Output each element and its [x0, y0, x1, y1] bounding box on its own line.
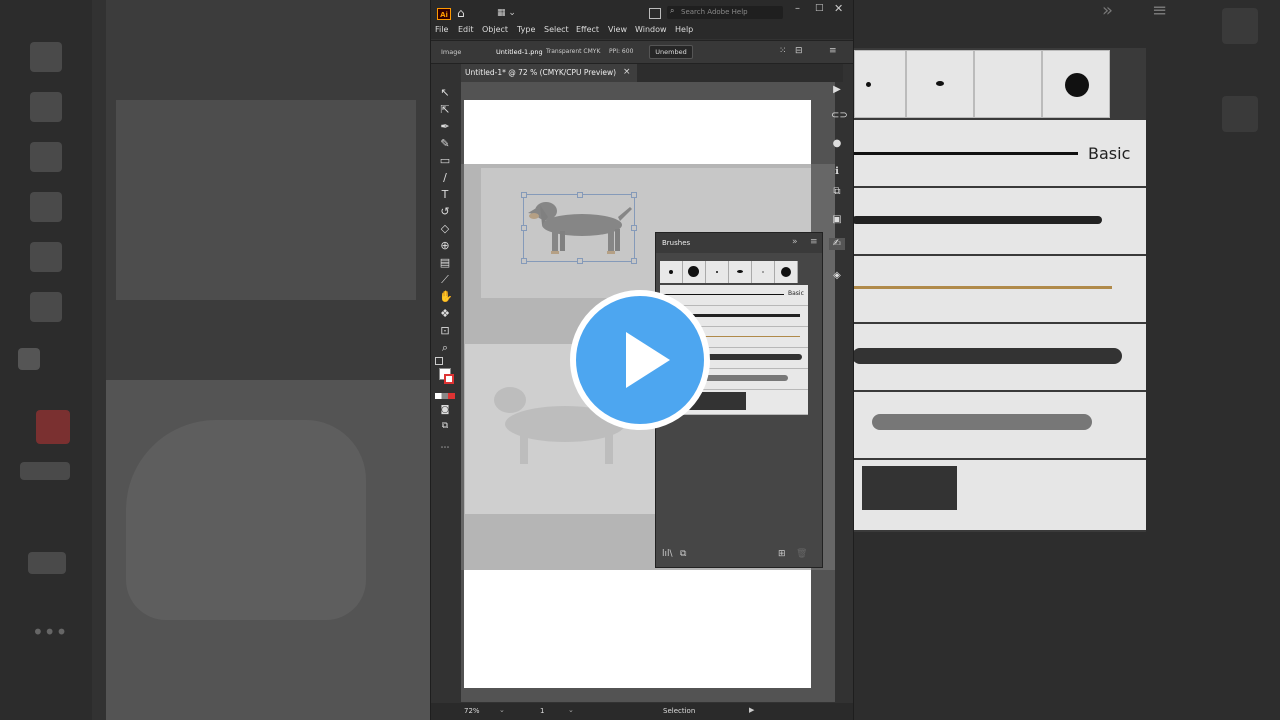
delete-brush-icon[interactable]: 🗑	[796, 549, 807, 559]
menu-window[interactable]: Window	[635, 25, 667, 34]
type-tool-icon[interactable]: T	[439, 189, 451, 201]
brush-dot-oval[interactable]	[729, 261, 752, 283]
selection-tool-icon[interactable]: ↖	[439, 87, 451, 99]
brush-basic-label: Basic	[788, 290, 804, 297]
document-tab[interactable]: Untitled-1* @ 72 % (CMYK/CPU Preview) ×	[461, 64, 637, 82]
menu-select[interactable]: Select	[544, 25, 569, 34]
more-tools-icon[interactable]: ⋯	[439, 442, 451, 454]
artboard-number[interactable]: 1	[540, 707, 544, 715]
document-tab-title: Untitled-1* @ 72 % (CMYK/CPU Preview)	[465, 68, 617, 77]
search-placeholder: Search Adobe Help	[681, 8, 748, 16]
play-icon	[626, 332, 670, 388]
minimize-button[interactable]: –	[795, 3, 800, 14]
artboard-dropdown-icon[interactable]: ⌄	[568, 706, 574, 714]
brush-dot-tiny[interactable]	[706, 261, 729, 283]
app-logo: Ai	[437, 8, 451, 20]
transform-icon[interactable]: ⊟	[795, 46, 803, 56]
color-mode-icons[interactable]	[435, 393, 455, 399]
menu-file[interactable]: File	[435, 25, 448, 34]
video-play-button[interactable]	[570, 290, 710, 430]
eraser-tool-icon[interactable]: ◇	[439, 223, 451, 235]
search-icon: ⌕	[670, 6, 675, 15]
zoom-dropdown-icon[interactable]: ⌄	[499, 706, 505, 714]
close-tab-icon[interactable]: ×	[623, 67, 631, 77]
play-action-icon[interactable]: ▶	[831, 84, 843, 96]
align-icon[interactable]: ⁙	[779, 46, 787, 56]
rectangle-tool-icon[interactable]: ▭	[439, 155, 451, 167]
object-type-label: Image	[441, 48, 462, 56]
brush-dot-round[interactable]	[775, 261, 798, 283]
paintbrush-tool-icon[interactable]: ∕	[439, 172, 451, 184]
close-window-button[interactable]: ✕	[834, 2, 843, 15]
new-brush-icon[interactable]: ⊞	[778, 549, 786, 559]
stroke-none-icon[interactable]	[444, 374, 454, 384]
libraries-panel-icon[interactable]: ⧉	[680, 549, 686, 559]
zoom-level[interactable]: 72%	[464, 707, 480, 715]
ppi-info: PPI: 600	[609, 48, 634, 55]
unembed-button[interactable]: Unembed	[649, 45, 693, 59]
artboards-icon[interactable]: ▣	[831, 214, 843, 226]
collapse-panel-icon[interactable]: »	[792, 237, 798, 247]
brush-dot-large[interactable]	[683, 261, 706, 283]
menu-view[interactable]: View	[608, 25, 627, 34]
status-play-icon[interactable]: ▶	[749, 706, 754, 714]
panel-menu-icon[interactable]: ≡	[829, 46, 837, 56]
menu-effect[interactable]: Effect	[576, 25, 599, 34]
puppet-warp-tool-icon[interactable]: ✋	[439, 291, 453, 303]
rotate-tool-icon[interactable]: ↺	[439, 206, 451, 218]
menu-help[interactable]: Help	[675, 25, 693, 34]
brushes-panel-title: Brushes	[662, 239, 691, 247]
brushes-menu-icon[interactable]: ≡	[810, 237, 818, 247]
arrange-icon[interactable]	[649, 8, 661, 19]
maximize-button[interactable]: □	[815, 3, 824, 13]
brushes-panel-header: Brushes » ≡	[656, 233, 822, 253]
brush-dot-faint[interactable]	[752, 261, 775, 283]
workspace-icon[interactable]: ▦ ⌄	[497, 8, 517, 18]
transform-panel-icon[interactable]: ⧉	[831, 186, 843, 198]
brush-library-icon[interactable]: lıl\	[662, 549, 673, 559]
status-bar: 72% ⌄ 1 ⌄ Selection ▶	[431, 703, 853, 720]
background-brushes-blur: Basic	[852, 48, 1146, 532]
gradient-tool-icon[interactable]: ▤	[439, 257, 451, 269]
screen-mode-icon[interactable]: ⧉	[439, 420, 451, 432]
menu-type[interactable]: Type	[517, 25, 535, 34]
background-toolbar-blur: •••	[0, 0, 92, 720]
eyedropper-tool-icon[interactable]: ⟋	[439, 274, 451, 286]
right-panel-dock: ▶ ⊂⊃ ● ℹ ⧉ ▣ ✍ ◈	[827, 82, 848, 292]
background-canvas-blur	[106, 0, 430, 720]
background-basic-label: Basic	[1088, 144, 1131, 163]
links-icon[interactable]: ⊂⊃	[831, 110, 848, 122]
file-name-link[interactable]: Untitled-1.png	[496, 48, 543, 56]
pen-tool-icon[interactable]: ✒	[439, 121, 451, 133]
color-info: Transparent CMYK	[546, 48, 601, 55]
menu-object[interactable]: Object	[482, 25, 508, 34]
artboard-tool-icon[interactable]: ⊡	[439, 325, 451, 337]
current-tool-label: Selection	[663, 707, 696, 715]
control-bar	[431, 40, 853, 64]
tools-panel: ↖ ⇱ ✒ ✎ ▭ ∕ T ↺ ◇ ⊕ ▤ ⟋ ✋ ❖ ⊡ ⌕ ◙ ⧉ ⋯	[431, 82, 459, 702]
layers-icon[interactable]: ◈	[831, 270, 843, 282]
shape-builder-tool-icon[interactable]: ⊕	[439, 240, 451, 252]
document-tab-bar: Untitled-1* @ 72 % (CMYK/CPU Preview) ×	[461, 64, 843, 82]
curvature-tool-icon[interactable]: ✎	[439, 138, 451, 150]
symbol-sprayer-tool-icon[interactable]: ❖	[439, 308, 451, 320]
home-icon[interactable]: ⌂	[457, 6, 471, 20]
color-icon[interactable]: ●	[831, 138, 843, 150]
info-icon[interactable]: ℹ	[831, 166, 843, 178]
zoom-tool-icon[interactable]: ⌕	[439, 342, 451, 354]
search-field[interactable]: ⌕ Search Adobe Help	[667, 6, 783, 19]
brush-dot-small[interactable]	[660, 261, 683, 283]
draw-mode-icon[interactable]: ◙	[439, 404, 451, 416]
direct-selection-tool-icon[interactable]: ⇱	[439, 104, 451, 116]
menu-edit[interactable]: Edit	[458, 25, 474, 34]
default-colors-icon[interactable]	[435, 357, 443, 365]
brushes-dock-icon[interactable]: ✍	[829, 238, 845, 250]
